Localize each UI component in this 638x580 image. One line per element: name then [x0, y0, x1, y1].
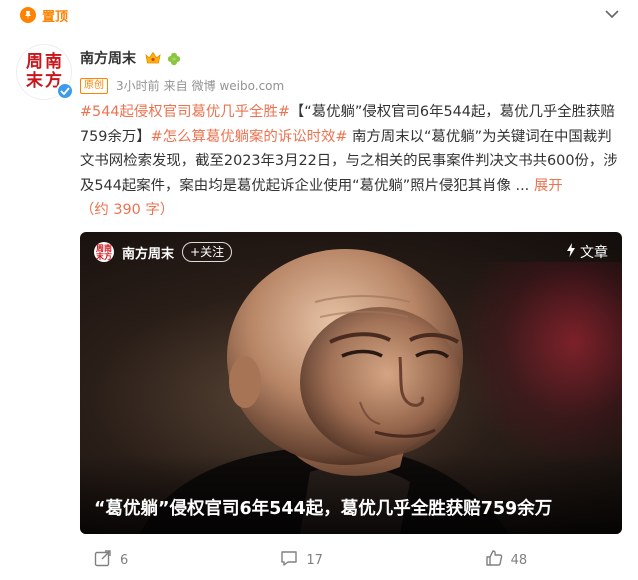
topic-link[interactable]: #怎么算葛优躺案的诉讼时效#	[151, 129, 348, 145]
post-meta: 原创 3小时前 来自 微博 weibo.com	[80, 77, 284, 94]
chevron-down-icon[interactable]	[602, 4, 622, 24]
thumbs-up-icon	[485, 549, 503, 571]
pin-icon	[20, 7, 36, 23]
lightning-icon	[566, 243, 576, 261]
post-action-bar: 6 17 48	[80, 545, 625, 575]
article-type-label: 文章	[580, 245, 608, 261]
share-count: 6	[120, 552, 129, 568]
avatar-char: 方	[104, 251, 112, 261]
caption-gradient	[80, 454, 622, 534]
expand-link[interactable]: 展开	[534, 178, 563, 194]
like-button[interactable]: 48	[421, 549, 625, 571]
crown-icon	[145, 50, 161, 69]
comment-button[interactable]: 17	[234, 549, 420, 571]
pinned-label: 置顶	[42, 9, 69, 25]
follow-button[interactable]: +关注	[182, 242, 233, 262]
share-button[interactable]: 6	[80, 549, 234, 571]
avatar-char: 周	[26, 52, 43, 72]
avatar-char: 末	[26, 71, 43, 91]
article-source-name[interactable]: 南方周末	[122, 243, 174, 262]
like-count: 48	[510, 552, 528, 568]
post-source[interactable]: 微博 weibo.com	[192, 77, 285, 94]
avatar-char: 南	[45, 52, 62, 72]
clover-icon[interactable]	[167, 51, 181, 70]
avatar-char: 末	[96, 251, 104, 261]
source-prefix: 来自	[163, 79, 188, 93]
article-card-header: 周 南 末 方 南方周末 +关注	[94, 242, 233, 262]
article-card[interactable]: 周 南 末 方 南方周末 +关注 文章 “葛优躺”侵权官司6年544起，葛优几乎…	[80, 232, 622, 534]
original-badge: 原创	[80, 77, 108, 94]
share-icon	[94, 549, 112, 571]
article-title[interactable]: “葛优躺”侵权官司6年544起，葛优几乎全胜获赔759余万	[94, 495, 608, 520]
post-time[interactable]: 3小时前	[116, 77, 160, 94]
article-type-tag: 文章	[566, 242, 608, 262]
pinned-indicator: 置顶	[20, 2, 68, 28]
word-count: （约 390 字）	[80, 202, 175, 218]
post-text: #544起侵权官司葛优几乎全胜#【“葛优躺”侵权官司6年544起，葛优几乎全胜获…	[80, 100, 625, 223]
topic-link[interactable]: #544起侵权官司葛优几乎全胜#	[80, 104, 290, 120]
verified-badge-icon	[56, 82, 74, 100]
comment-count: 17	[306, 552, 323, 568]
article-source-avatar[interactable]: 周 南 末 方	[94, 242, 114, 262]
comment-icon	[280, 549, 298, 571]
user-name[interactable]: 南方周末	[80, 48, 136, 68]
